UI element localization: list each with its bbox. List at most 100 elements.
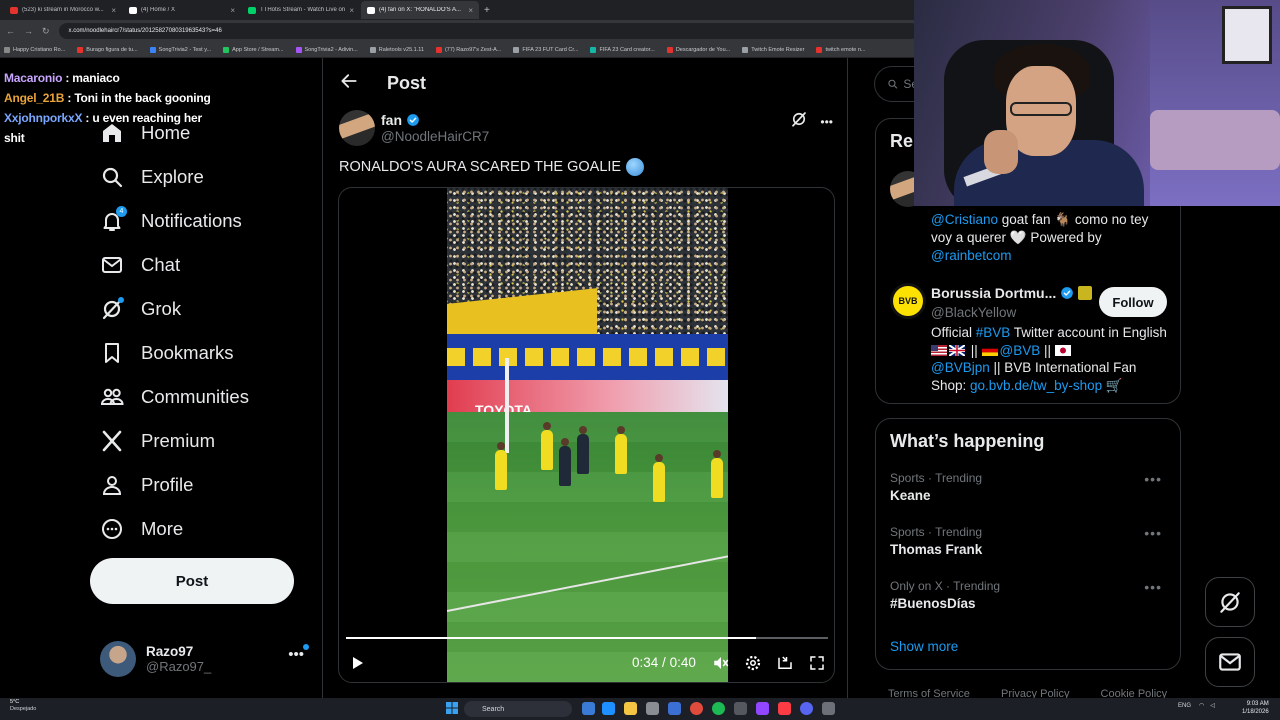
- browser-tab[interactable]: (4) fan on X: "RONALDO'S A... ×: [361, 1, 479, 19]
- grok-floating-button[interactable]: [1205, 577, 1255, 627]
- edge-icon[interactable]: [602, 702, 615, 715]
- bookmark-item[interactable]: SongTrivia2 - Adivin...: [295, 46, 358, 53]
- browser-tab[interactable]: TTHotis Stream - Watch Live on ×: [242, 1, 360, 19]
- system-tray: ENG ◠ ◁: [1178, 702, 1215, 710]
- discord-icon[interactable]: [800, 702, 813, 715]
- bio-url-link[interactable]: go.bvb.de/tw_by-shop: [970, 378, 1102, 393]
- nav-label: Bookmarks: [141, 342, 234, 363]
- close-icon[interactable]: ×: [349, 6, 354, 15]
- video-progress-bar[interactable]: [346, 637, 828, 639]
- chrome-icon[interactable]: [690, 702, 703, 715]
- current-time: 0:34: [632, 655, 659, 670]
- settings-gear-icon[interactable]: [744, 654, 762, 672]
- music-icon[interactable]: [778, 702, 791, 715]
- play-icon[interactable]: [349, 655, 365, 671]
- bookmark-label: Descargador de You...: [675, 46, 731, 53]
- bookmark-favicon-icon: [149, 46, 156, 53]
- author-handle[interactable]: @NoodleHairCR7: [381, 129, 489, 144]
- wifi-icon[interactable]: ◠: [1199, 702, 1204, 709]
- app-icon[interactable]: [668, 702, 681, 715]
- taskbar-search[interactable]: Search: [464, 701, 572, 717]
- globe-emoji-icon: [626, 158, 645, 176]
- task-view-icon[interactable]: [582, 702, 595, 715]
- nav-item-bookmarks[interactable]: Bookmarks: [100, 338, 234, 368]
- bookmark-item[interactable]: Burago figura de tu...: [77, 46, 138, 53]
- bio-mention-link[interactable]: @Cristiano: [931, 212, 998, 227]
- trend-item[interactable]: Sports · Trending Keane •••: [890, 471, 1170, 503]
- settings-gear-icon[interactable]: [822, 702, 835, 715]
- close-icon[interactable]: ×: [230, 6, 235, 15]
- bookmark-item[interactable]: Happy Cristiano Ro...: [4, 46, 65, 53]
- bookmark-item[interactable]: SongTrivia2 - Test y...: [149, 46, 211, 53]
- volume-icon[interactable]: ◁: [1210, 702, 1215, 709]
- twitch-icon[interactable]: [756, 702, 769, 715]
- bookmark-item[interactable]: Descargador de You...: [666, 46, 731, 53]
- more-options-icon[interactable]: •••: [1144, 579, 1162, 595]
- verified-badge-icon: [407, 114, 419, 126]
- post-author[interactable]: fan @NoodleHairCR7: [339, 110, 489, 146]
- video-frame[interactable]: TOYOTA: [447, 188, 728, 682]
- nav-label: Notifications: [141, 210, 242, 231]
- bookmark-item[interactable]: Twitch Emote Resizer: [742, 46, 804, 53]
- bookmark-item[interactable]: App Store / Stream...: [223, 46, 284, 53]
- nav-item-notifications[interactable]: 4 Notifications: [100, 206, 242, 236]
- close-icon[interactable]: ×: [468, 6, 473, 15]
- app-icon[interactable]: [646, 702, 659, 715]
- windows-start-icon[interactable]: [446, 702, 458, 714]
- bookmark-item[interactable]: FIFA 23 Card creator...: [590, 46, 655, 53]
- nav-item-chat[interactable]: Chat: [100, 250, 180, 280]
- nav-item-explore[interactable]: Explore: [100, 162, 204, 192]
- forward-icon[interactable]: →: [24, 26, 33, 36]
- more-options-icon[interactable]: •••: [1144, 525, 1162, 541]
- bvb-avatar[interactable]: BVB: [890, 283, 926, 319]
- video-player[interactable]: TOYOTA 0:34 / 0:40: [338, 187, 835, 683]
- fullscreen-icon[interactable]: [808, 654, 826, 672]
- account-switcher[interactable]: Razo97 @Razo97_ •••: [100, 638, 312, 680]
- picture-in-picture-icon[interactable]: [776, 654, 794, 672]
- more-options-icon[interactable]: •••: [288, 646, 304, 663]
- nav-item-communities[interactable]: Communities: [100, 382, 249, 412]
- weather-widget[interactable]: 5°C Despejado: [10, 699, 36, 713]
- bookmark-label: FIFA 23 Card creator...: [599, 46, 655, 53]
- grok-icon[interactable]: [790, 110, 808, 133]
- back-icon[interactable]: ←: [6, 26, 15, 36]
- trend-item[interactable]: Sports · Trending Thomas Frank •••: [890, 525, 1170, 557]
- nav-item-profile[interactable]: Profile: [100, 470, 193, 500]
- nav-item-more[interactable]: More: [100, 514, 183, 544]
- author-avatar[interactable]: [339, 110, 375, 146]
- author-name[interactable]: fan: [381, 112, 402, 128]
- bookmark-item[interactable]: twitch emote n...: [816, 46, 865, 53]
- show-more-link[interactable]: Show more: [890, 639, 958, 654]
- nav-item-premium[interactable]: Premium: [100, 426, 215, 456]
- clock[interactable]: 9:03 AM 1/18/2026: [1242, 700, 1269, 716]
- more-options-icon[interactable]: •••: [820, 115, 833, 129]
- messages-floating-button[interactable]: [1205, 637, 1255, 687]
- bio-mention-link[interactable]: @rainbetcom: [931, 248, 1012, 263]
- browser-tab[interactable]: (523) ki stream in Morocco w... ×: [4, 1, 122, 19]
- follow-button[interactable]: Follow: [1099, 287, 1167, 317]
- file-explorer-icon[interactable]: [624, 702, 637, 715]
- url-field[interactable]: x.com/noodlehaircr7/status/2012582708031…: [58, 23, 919, 39]
- close-icon[interactable]: ×: [111, 6, 116, 15]
- back-arrow-icon[interactable]: [323, 71, 359, 96]
- nav-item-grok[interactable]: Grok: [100, 294, 181, 324]
- more-options-icon[interactable]: •••: [1144, 471, 1162, 487]
- browser-tab[interactable]: (4) Home / X ×: [123, 1, 241, 19]
- volume-icon[interactable]: [712, 654, 730, 672]
- bvb-handle[interactable]: @BlackYellow: [931, 305, 1016, 320]
- spotify-icon[interactable]: [712, 702, 725, 715]
- bookmark-item[interactable]: Raletools v25.1.11: [369, 46, 424, 53]
- bookmark-item[interactable]: (77) Razo97's Zest-A...: [435, 46, 501, 53]
- new-tab-icon[interactable]: +: [484, 5, 490, 16]
- trend-item[interactable]: Only on X · Trending #BuenosDías •••: [890, 579, 1170, 611]
- post-button[interactable]: Post: [90, 558, 294, 604]
- bvb-name[interactable]: Borussia Dortmu...: [931, 285, 1056, 301]
- search-input[interactable]: Se: [874, 66, 918, 102]
- reload-icon[interactable]: ↻: [42, 26, 50, 37]
- tray-lang[interactable]: ENG: [1178, 703, 1191, 709]
- hashtag-link[interactable]: #BVB: [976, 325, 1011, 340]
- bookmark-item[interactable]: FIFA 23 FUT Card Cr...: [513, 46, 578, 53]
- bio-mention-link[interactable]: @BVB: [1000, 343, 1041, 358]
- app-icon[interactable]: [734, 702, 747, 715]
- bio-mention-link[interactable]: @BVBjpn: [931, 360, 990, 375]
